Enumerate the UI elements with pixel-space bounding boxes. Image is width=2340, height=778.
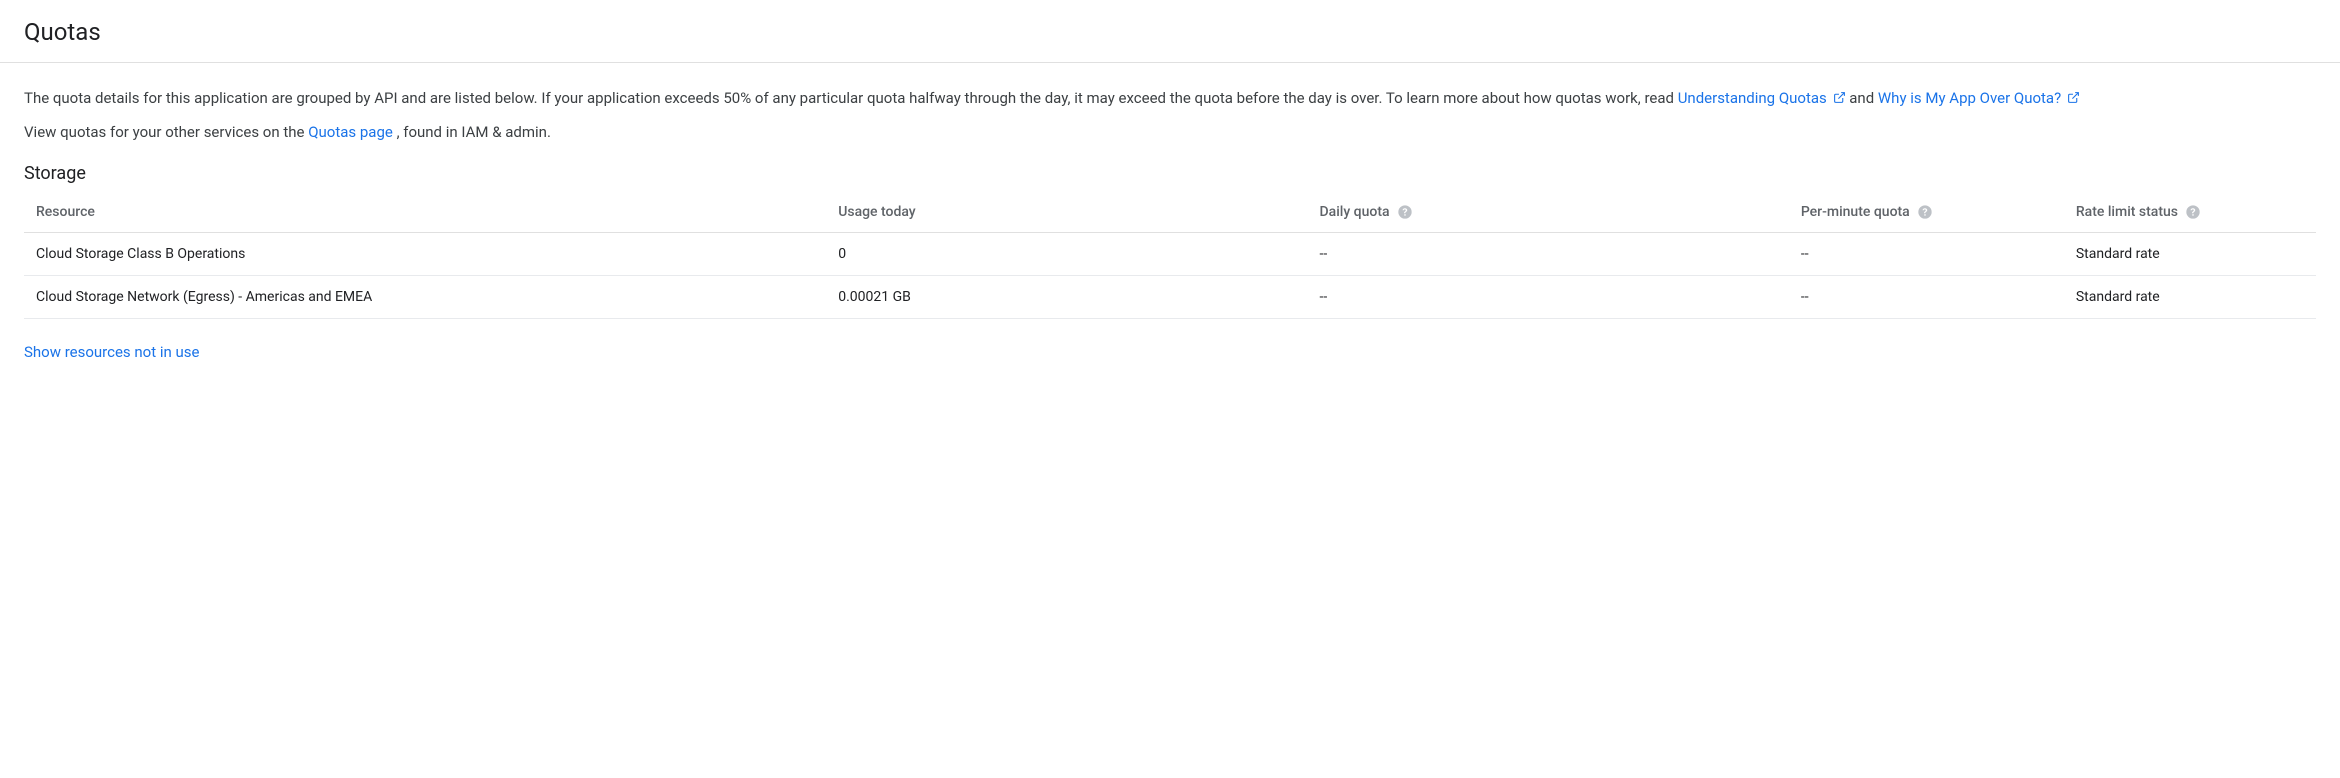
cell-rate: Standard rate — [2064, 275, 2316, 318]
col-header-per-minute-label: Per-minute quota — [1801, 204, 1910, 220]
col-header-usage: Usage today — [826, 192, 1307, 233]
cell-rate: Standard rate — [2064, 232, 2316, 275]
cell-daily: -- — [1308, 232, 1789, 275]
show-resources-toggle[interactable]: Show resources not in use — [24, 343, 199, 361]
col-header-daily-label: Daily quota — [1320, 204, 1390, 220]
cell-usage: 0 — [826, 232, 1307, 275]
col-header-daily: Daily quota — [1308, 192, 1789, 233]
understanding-quotas-link-label: Understanding Quotas — [1678, 89, 1827, 107]
table-header-row: Resource Usage today Daily quota Per-min… — [24, 192, 2316, 233]
col-header-rate: Rate limit status — [2064, 192, 2316, 233]
cell-per-minute: -- — [1789, 275, 2064, 318]
over-quota-link[interactable]: Why is My App Over Quota? — [1878, 89, 2080, 107]
cell-per-minute: -- — [1789, 232, 2064, 275]
help-icon[interactable] — [1397, 204, 1413, 220]
col-header-rate-label: Rate limit status — [2076, 204, 2178, 220]
intro-text-2a: View quotas for your other services on t… — [24, 123, 308, 141]
cell-daily: -- — [1308, 275, 1789, 318]
quota-table: Resource Usage today Daily quota Per-min… — [24, 192, 2316, 319]
table-row: Cloud Storage Class B Operations 0 -- --… — [24, 232, 2316, 275]
external-link-icon — [1833, 88, 1846, 111]
help-icon[interactable] — [2185, 204, 2201, 220]
col-header-per-minute: Per-minute quota — [1789, 192, 2064, 233]
cell-usage: 0.00021 GB — [826, 275, 1307, 318]
intro-text-1a: The quota details for this application a… — [24, 89, 1678, 107]
intro-text-1b: and — [1849, 89, 1878, 107]
intro-text: The quota details for this application a… — [24, 87, 2224, 145]
help-icon[interactable] — [1917, 204, 1933, 220]
page-title: Quotas — [24, 18, 2316, 46]
section-title-storage: Storage — [24, 163, 2316, 184]
table-row: Cloud Storage Network (Egress) - America… — [24, 275, 2316, 318]
quotas-page-link[interactable]: Quotas page — [308, 123, 393, 141]
external-link-icon — [2067, 88, 2080, 111]
col-header-resource: Resource — [24, 192, 826, 233]
cell-resource: Cloud Storage Class B Operations — [24, 232, 826, 275]
understanding-quotas-link[interactable]: Understanding Quotas — [1678, 89, 1850, 107]
cell-resource: Cloud Storage Network (Egress) - America… — [24, 275, 826, 318]
intro-text-2b: , found in IAM & admin. — [397, 123, 551, 141]
over-quota-link-label: Why is My App Over Quota? — [1878, 89, 2061, 107]
